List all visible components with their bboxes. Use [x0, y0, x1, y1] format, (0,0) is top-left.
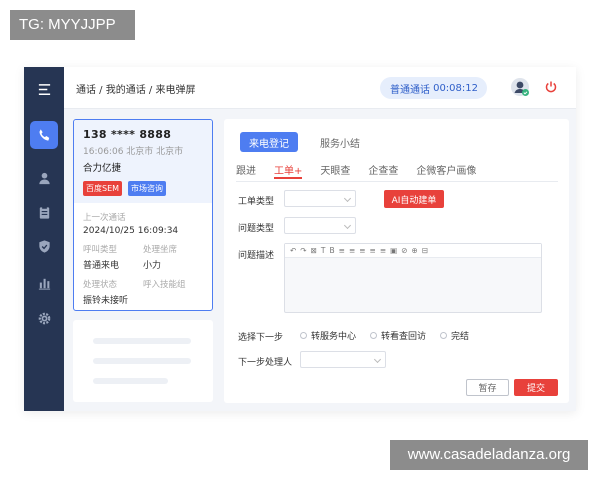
- avatar[interactable]: [510, 77, 530, 97]
- last-call-label: 上一次通话: [83, 213, 126, 223]
- text-icon[interactable]: T: [321, 246, 326, 255]
- phone-icon[interactable]: [30, 121, 58, 149]
- tab-qichacha[interactable]: 企查查: [368, 162, 398, 179]
- call-status-pill: 普通通话 00:08:12: [380, 77, 487, 99]
- caller-phone: 138 **** 8888: [83, 128, 172, 141]
- tab-service-summary[interactable]: 服务小结: [320, 135, 360, 150]
- save-draft-button[interactable]: 暂存: [466, 379, 509, 396]
- radio-dot[interactable]: [370, 332, 378, 339]
- caller-card[interactable]: 138 **** 8888 16:06:06 北京市 北京市 合力亿捷 百度SE…: [73, 119, 213, 311]
- handler-label: 处理坐席: [143, 245, 178, 255]
- skeleton-line: [93, 358, 191, 364]
- gear-icon[interactable]: [30, 304, 58, 332]
- tab-follow-up[interactable]: 跟进: [236, 162, 256, 179]
- status-label: 处理状态: [83, 280, 118, 290]
- radio-label: 转看查回访: [381, 332, 427, 342]
- bar-chart-icon[interactable]: [30, 269, 58, 297]
- radio-service-center[interactable]: 转服务中心: [300, 329, 356, 342]
- link-icon[interactable]: ⊘: [401, 246, 407, 255]
- tab-tianyancha[interactable]: 天眼查: [320, 162, 350, 179]
- radio-complete[interactable]: 完结: [440, 329, 469, 342]
- caller-tags: 百度SEM 市场咨询: [83, 181, 203, 196]
- radio-revisit[interactable]: 转看查回访: [370, 329, 426, 342]
- skill-group-label: 呼入技能组: [143, 280, 186, 290]
- watermark-bottom-right: www.casadeladanza.org: [390, 440, 588, 470]
- ticket-type-select[interactable]: [284, 190, 356, 207]
- next-step-label: 选择下一步: [238, 333, 284, 343]
- placeholder-card: [73, 320, 213, 402]
- next-handler-label: 下一步处理人: [238, 358, 293, 368]
- radio-dot[interactable]: [440, 332, 448, 339]
- redo-icon[interactable]: ↷: [300, 246, 306, 255]
- indent-icon[interactable]: ≡: [380, 246, 386, 255]
- call-type-label: 普通通话: [390, 84, 430, 96]
- tab-call-register[interactable]: 来电登记: [240, 132, 298, 152]
- align-center-icon[interactable]: ≡: [349, 246, 355, 255]
- radio-label: 转服务中心: [311, 332, 357, 342]
- breadcrumb[interactable]: 通话 / 我的通话 / 来电弹屏: [76, 81, 195, 96]
- caller-details: 上一次通话 2024/10/25 16:09:34 呼叫类型 普通来电 处理坐席…: [74, 203, 212, 314]
- user-icon[interactable]: [30, 164, 58, 192]
- bold-icon[interactable]: B: [329, 246, 334, 255]
- undo-icon[interactable]: ↶: [290, 246, 296, 255]
- main-panel: 来电登记 服务小结 跟进 工单+ 天眼查 企查查 企微客户画像 工单类型 AI自…: [224, 119, 569, 403]
- list-icon[interactable]: ≡: [370, 246, 376, 255]
- clipboard-icon[interactable]: [30, 198, 58, 226]
- call-timer: 00:08:12: [433, 82, 478, 94]
- caller-card-header: 138 **** 8888 16:06:06 北京市 北京市 合力亿捷 百度SE…: [74, 120, 212, 203]
- image-icon[interactable]: ▣: [390, 246, 397, 255]
- issue-desc-label: 问题描述: [238, 251, 275, 261]
- handler-value: 小力: [143, 261, 162, 271]
- next-handler-select[interactable]: [300, 351, 386, 368]
- skeleton-line: [93, 338, 191, 344]
- radio-dot[interactable]: [300, 332, 307, 339]
- ticket-type-label: 工单类型: [238, 197, 275, 207]
- tab-wecom-profile[interactable]: 企微客户画像: [416, 162, 476, 179]
- editor-toolbar: ↶ ↷ ⊠ T B ≡ ≡ ≡ ≡ ≡ ▣ ⊘ ⊕ ⊟: [285, 244, 541, 258]
- app-window: 通话 / 我的通话 / 来电弹屏 普通通话 00:08:12 138 **** …: [24, 67, 576, 411]
- tag-category: 市场咨询: [128, 181, 167, 196]
- call-type-detail-value: 普通来电: [83, 261, 120, 271]
- issue-desc-editor[interactable]: ↶ ↷ ⊠ T B ≡ ≡ ≡ ≡ ≡ ▣ ⊘ ⊕ ⊟: [284, 243, 542, 313]
- clear-format-icon[interactable]: ⊠: [311, 246, 317, 255]
- skeleton-line: [93, 378, 168, 384]
- issue-type-label: 问题类型: [238, 224, 275, 234]
- align-left-icon[interactable]: ≡: [339, 246, 345, 255]
- tag-source: 百度SEM: [83, 181, 123, 196]
- status-value: 振铃未接听: [83, 296, 129, 306]
- tab-ticket[interactable]: 工单+: [274, 162, 303, 179]
- call-type-detail-label: 呼叫类型: [83, 245, 118, 255]
- watermark-top-left: TG: MYYJJPP: [10, 10, 135, 40]
- shield-icon[interactable]: [30, 232, 58, 260]
- caller-company: 合力亿捷: [83, 163, 122, 174]
- sidebar: [24, 67, 64, 411]
- radio-label: 完结: [451, 332, 470, 342]
- top-header: 通话 / 我的通话 / 来电弹屏 普通通话 00:08:12: [64, 67, 576, 109]
- menu-icon[interactable]: [30, 75, 58, 103]
- issue-type-select[interactable]: [284, 217, 356, 234]
- tab-divider: [236, 181, 558, 182]
- caller-time-location: 16:06:06 北京市 北京市: [83, 147, 184, 157]
- last-call-value: 2024/10/25 16:09:34: [83, 226, 179, 236]
- emoji-icon[interactable]: ⊕: [412, 246, 418, 255]
- align-right-icon[interactable]: ≡: [359, 246, 365, 255]
- submit-button[interactable]: 提交: [514, 379, 558, 396]
- power-icon[interactable]: [544, 80, 558, 94]
- delete-icon[interactable]: ⊟: [422, 246, 428, 255]
- sub-tabs: 跟进 工单+ 天眼查 企查查 企微客户画像: [236, 162, 476, 179]
- ai-create-ticket-button[interactable]: AI自动建单: [384, 190, 444, 208]
- next-step-radio-group: 转服务中心 转看查回访 完结: [300, 329, 469, 342]
